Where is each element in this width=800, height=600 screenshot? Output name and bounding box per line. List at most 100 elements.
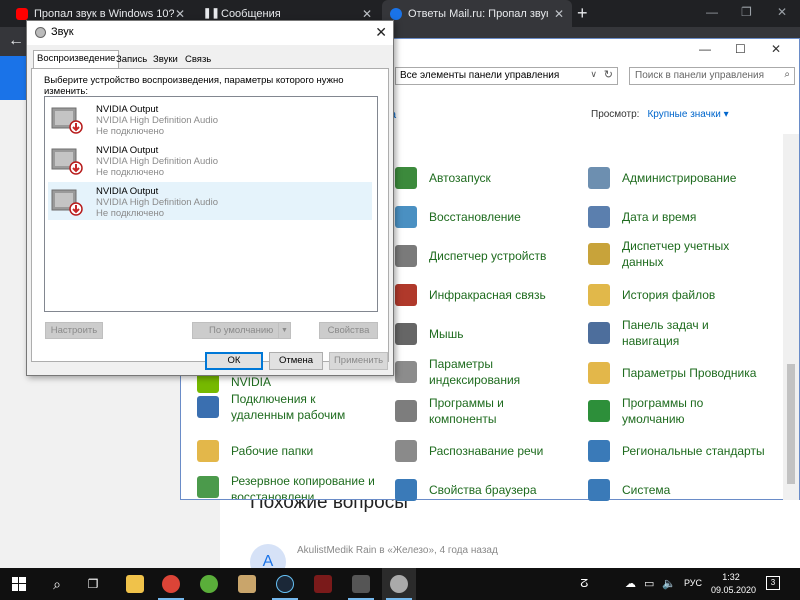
cp-item-credential-manager[interactable]: Диспетчер учетных данных xyxy=(588,238,748,270)
cp-item-programs[interactable]: Программы и компоненты xyxy=(395,395,535,427)
device-manager-icon xyxy=(395,245,417,267)
properties-button[interactable]: Свойства xyxy=(319,322,378,339)
cancel-button[interactable]: Отмена xyxy=(269,352,323,370)
speaker-disconnected-icon xyxy=(51,189,83,216)
question-author-line[interactable]: AkulistMedik Rain в «Железо», 4 года наз… xyxy=(297,545,498,556)
weather-icon[interactable]: ☁ xyxy=(625,577,636,590)
cp-item-internet-options[interactable]: Свойства браузера xyxy=(395,479,537,501)
taskbar-chrome[interactable] xyxy=(154,568,188,600)
list-item[interactable]: NVIDIA Output NVIDIA High Definition Aud… xyxy=(48,100,372,138)
display-icon[interactable]: ▭ xyxy=(644,577,654,590)
taskbar: ⌕ ❐ ⵒ ☁ ▭ 🔈 РУС 1:32 09.05.2020 3 xyxy=(0,568,800,600)
person-icon[interactable]: ⵒ xyxy=(580,577,588,590)
chevron-down-icon[interactable]: ∨ xyxy=(590,69,597,80)
cp-item-taskbar[interactable]: Панель задач и навигация xyxy=(588,317,728,349)
close-tab-icon[interactable]: ✕ xyxy=(175,7,185,21)
search-button[interactable]: ⌕ xyxy=(40,568,74,600)
taskbar-game[interactable] xyxy=(306,568,340,600)
address-bar[interactable]: Все элементы панели управления ∨ ↻ xyxy=(395,67,618,85)
back-arrow-icon[interactable]: ← xyxy=(8,32,24,50)
cp-item-mouse[interactable]: Мышь xyxy=(395,323,464,345)
notification-icon[interactable]: 3 xyxy=(766,576,780,590)
tab-sounds[interactable]: Звуки xyxy=(150,52,181,68)
cp-item-label: NVIDIA xyxy=(231,375,272,389)
list-item[interactable]: NVIDIA Output NVIDIA High Definition Aud… xyxy=(48,141,372,179)
scrollbar[interactable] xyxy=(783,134,799,500)
cp-item-label: Программы и компоненты xyxy=(429,396,504,426)
pause-icon: ❚❚ xyxy=(203,7,220,19)
backup-icon xyxy=(197,476,219,498)
chevron-down-icon[interactable]: ▼ xyxy=(278,323,290,338)
recovery-icon xyxy=(395,206,417,228)
tab-recording[interactable]: Запись xyxy=(113,52,150,68)
cp-item-explorer-options[interactable]: Параметры Проводника xyxy=(588,362,756,384)
speaker-disconnected-icon xyxy=(51,148,83,175)
cp-item-speech-recognition[interactable]: Распознавание речи xyxy=(395,440,543,462)
taskbar-app[interactable] xyxy=(230,568,264,600)
mailru-icon xyxy=(390,7,402,20)
sound-dialog: Звук ✕ Воспроизведение Запись Звуки Связ… xyxy=(26,20,394,376)
chrome-icon xyxy=(162,575,180,593)
browser-tab-mailru[interactable]: Ответы Mail.ru: Пропал звук на ✕ xyxy=(382,0,572,27)
folder-icon xyxy=(126,575,144,593)
refresh-icon[interactable]: ↻ xyxy=(604,68,613,81)
view-dropdown[interactable]: Крупные значки ▾ xyxy=(647,109,728,120)
cp-item-date-time[interactable]: Дата и время xyxy=(588,206,696,228)
playback-description: Выберите устройство воспроизведения, пар… xyxy=(44,75,344,97)
apply-button[interactable]: Применить xyxy=(329,352,388,370)
close-tab-icon[interactable]: ✕ xyxy=(362,7,372,21)
taskbar-app2[interactable] xyxy=(344,568,378,600)
search-icon[interactable]: ⌕ xyxy=(784,69,790,80)
tab-title: Ответы Mail.ru: Пропал звук на xyxy=(408,7,548,20)
minimize-icon[interactable]: — xyxy=(699,42,711,56)
close-icon[interactable]: ✕ xyxy=(375,24,387,41)
search-input[interactable]: Поиск в панели управления ⌕ xyxy=(629,67,795,85)
volume-icon[interactable]: 🔈 xyxy=(662,577,676,590)
globe-icon xyxy=(588,440,610,462)
cp-item-remote-desktop[interactable]: Подключения к удаленным рабочим xyxy=(197,391,367,423)
cp-item-infrared[interactable]: Инфракрасная связь xyxy=(395,284,546,306)
ok-button[interactable]: ОК xyxy=(205,352,263,370)
game-icon xyxy=(314,575,332,593)
close-window-icon[interactable]: ✕ xyxy=(777,5,787,19)
cp-item-label: Мышь xyxy=(429,327,464,341)
cp-item-system[interactable]: Система xyxy=(588,479,670,501)
cp-item-work-folders[interactable]: Рабочие папки xyxy=(197,440,313,462)
tab-playback[interactable]: Воспроизведение xyxy=(33,50,120,69)
cp-item-device-manager[interactable]: Диспетчер устройств xyxy=(395,245,546,267)
close-tab-icon[interactable]: ✕ xyxy=(554,7,564,21)
scrollbar-thumb[interactable] xyxy=(787,364,795,484)
minimize-icon[interactable]: — xyxy=(706,5,718,19)
cp-item-autoplay[interactable]: Автозапуск xyxy=(395,167,491,189)
taskbar-steam[interactable] xyxy=(268,568,302,600)
set-default-button[interactable]: По умолчанию ▼ xyxy=(192,322,291,339)
cp-item-region[interactable]: Региональные стандарты xyxy=(588,440,765,462)
playback-device-list[interactable]: NVIDIA Output NVIDIA High Definition Aud… xyxy=(44,96,378,312)
task-view-button[interactable]: ❐ xyxy=(76,568,110,600)
list-item-selected[interactable]: NVIDIA Output NVIDIA High Definition Aud… xyxy=(48,182,372,220)
cp-item-label: Параметры Проводника xyxy=(622,366,757,380)
clock-date: 09.05.2020 xyxy=(711,585,757,595)
maximize-icon[interactable]: ☐ xyxy=(735,42,746,56)
maximize-icon[interactable]: ❐ xyxy=(741,5,752,19)
cp-item-default-programs[interactable]: Программы по умолчанию xyxy=(588,395,728,427)
clock[interactable]: 1:32 09.05.2020 xyxy=(711,571,757,597)
taskbar-utorrent[interactable] xyxy=(192,568,226,600)
cp-item-admin-tools[interactable]: Администрирование xyxy=(588,167,736,189)
tab-communications[interactable]: Связь xyxy=(182,52,214,68)
cp-item-backup[interactable]: Резервное копирование и восстановлени xyxy=(197,473,381,499)
cp-item-label: Распознавание речи xyxy=(429,444,544,458)
language-indicator[interactable]: РУС xyxy=(684,578,702,588)
cp-item-indexing[interactable]: Параметры индексирования xyxy=(395,356,545,388)
start-button[interactable] xyxy=(2,568,36,600)
close-icon[interactable]: ✕ xyxy=(771,42,781,56)
taskbar-explorer[interactable] xyxy=(118,568,152,600)
cp-item-file-history[interactable]: История файлов xyxy=(588,284,715,306)
autoplay-icon xyxy=(395,167,417,189)
cp-item-recovery[interactable]: Восстановление xyxy=(395,206,521,228)
taskbar-sound[interactable] xyxy=(382,568,416,600)
new-tab-button[interactable]: + xyxy=(577,3,588,23)
admin-tools-icon xyxy=(588,167,610,189)
cp-item-label: Автозапуск xyxy=(429,171,491,185)
configure-button[interactable]: Настроить xyxy=(45,322,103,339)
